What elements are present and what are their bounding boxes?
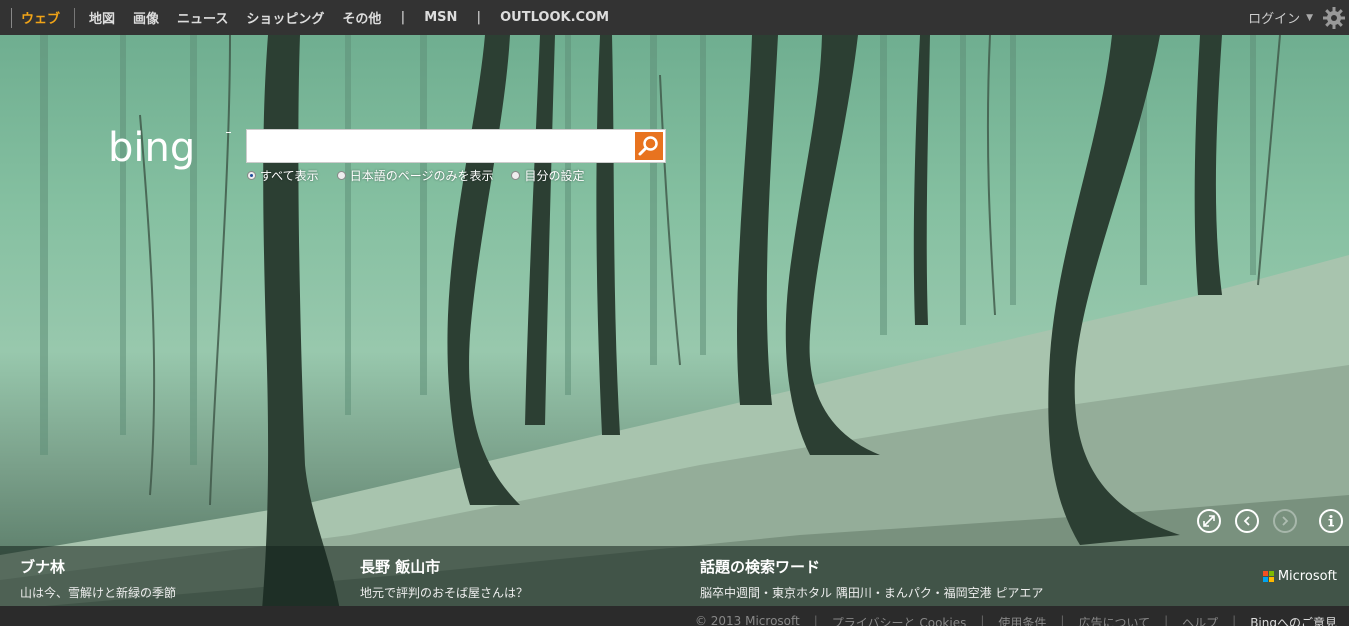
footer-feedback-link[interactable]: Bingへのご意見 [1250, 606, 1337, 626]
hotspot-1-subtitle: 山は今、雪解けと新緑の季節 [20, 586, 177, 600]
hotspot-2-subtitle: 地元で評判のおそば屋さんは？ [360, 586, 529, 600]
nav-outlook[interactable]: OUTLOOK.COM [500, 10, 609, 25]
footer-separator: | [813, 614, 818, 626]
top-navigation: ウェブ 地図 画像 ニュース ショッピング その他 | MSN | OUTLOO… [0, 0, 1349, 35]
option-all-label: すべて表示 [260, 169, 319, 183]
nav-msn[interactable]: MSN [424, 10, 457, 25]
radio-selected[interactable] [247, 171, 256, 180]
search-button[interactable] [635, 132, 663, 160]
nav-web[interactable]: ウェブ [21, 8, 60, 27]
hotspot-2-title: 長野 飯山市 [360, 558, 441, 576]
chevron-left-icon [1243, 516, 1250, 526]
radio[interactable] [511, 171, 521, 180]
option-custom[interactable]: 目分の設定 [511, 167, 584, 184]
bing-logo[interactable]: bing [108, 127, 238, 175]
footer-privacy-link[interactable]: プライバシーと Cookies [832, 606, 967, 626]
login-menu[interactable]: ログイン ▼ [1248, 8, 1313, 27]
footer-terms-link[interactable]: 使用条件 [998, 606, 1046, 626]
next-image-button[interactable] [1273, 509, 1297, 533]
hotspot-3-subtitle: 脳卒中週間・東京ホタル 隅田川・まんパク・福岡空港 ピアエア [700, 586, 1044, 600]
search-scope-options: すべて表示 日本語のページのみを表示 目分の設定 [247, 167, 602, 184]
footer-copyright: © 2013 Microsoft [694, 614, 800, 626]
footer-separator: | [1060, 614, 1065, 626]
nav-images[interactable]: 画像 [133, 8, 159, 27]
nav-shopping[interactable]: ショッピング [246, 8, 324, 27]
login-label: ログイン [1248, 12, 1301, 27]
nav-news[interactable]: ニュース [177, 8, 228, 27]
hotspot-1-title: ブナ林 [20, 558, 66, 576]
footer: © 2013 Microsoft | プライバシーと Cookies | 使用条… [0, 606, 1349, 626]
hotspot-band: ブナ林 山は今、雪解けと新緑の季節 長野 飯山市 地元で評判のおそば屋さんは？ … [0, 546, 1349, 606]
chevron-right-icon [1282, 516, 1289, 526]
search-input[interactable] [247, 130, 633, 162]
nav-pipe: | [476, 10, 482, 25]
forest-scene [0, 35, 1349, 610]
hotspot-3[interactable]: 話題の検索ワード 脳卒中週間・東京ホタル 隅田川・まんパク・福岡空港 ピアエア [700, 556, 1043, 601]
nav-maps[interactable]: 地図 [89, 8, 115, 27]
windows-logo-icon [1262, 571, 1274, 582]
microsoft-logo[interactable]: Microsoft [1262, 569, 1337, 584]
option-all[interactable]: すべて表示 [247, 167, 319, 184]
expand-button[interactable] [1197, 509, 1221, 533]
background-image [0, 35, 1349, 610]
search-icon [638, 136, 658, 156]
gear-icon[interactable] [1322, 6, 1346, 30]
expand-icon [1203, 515, 1215, 527]
option-japanese-label: 日本語のページのみを表示 [349, 169, 494, 183]
info-icon [1328, 515, 1334, 527]
search-box [246, 129, 666, 163]
nav-more[interactable]: その他 [342, 8, 381, 27]
option-custom-label: 目分の設定 [524, 169, 585, 183]
option-japanese[interactable]: 日本語のページのみを表示 [336, 167, 494, 184]
footer-ads-link[interactable]: 広告について [1078, 606, 1150, 626]
footer-help-link[interactable]: ヘルプ [1182, 606, 1218, 626]
hotspot-3-title: 話題の検索ワード [700, 558, 821, 576]
chevron-down-icon: ▼ [1306, 12, 1313, 23]
nav-divider [74, 7, 76, 28]
footer-separator: | [980, 614, 985, 626]
nav-divider [11, 7, 12, 28]
footer-separator: | [1164, 614, 1169, 626]
microsoft-label: Microsoft [1277, 569, 1337, 584]
nav-pipe: | [400, 10, 406, 25]
hotspot-1[interactable]: ブナ林 山は今、雪解けと新緑の季節 [20, 556, 176, 601]
bing-logo-text: bing [108, 127, 195, 171]
radio[interactable] [336, 171, 346, 180]
previous-image-button[interactable] [1235, 509, 1259, 533]
info-button[interactable] [1319, 509, 1343, 533]
hotspot-2[interactable]: 長野 飯山市 地元で評判のおそば屋さんは？ [360, 556, 528, 601]
footer-separator: | [1232, 614, 1237, 626]
